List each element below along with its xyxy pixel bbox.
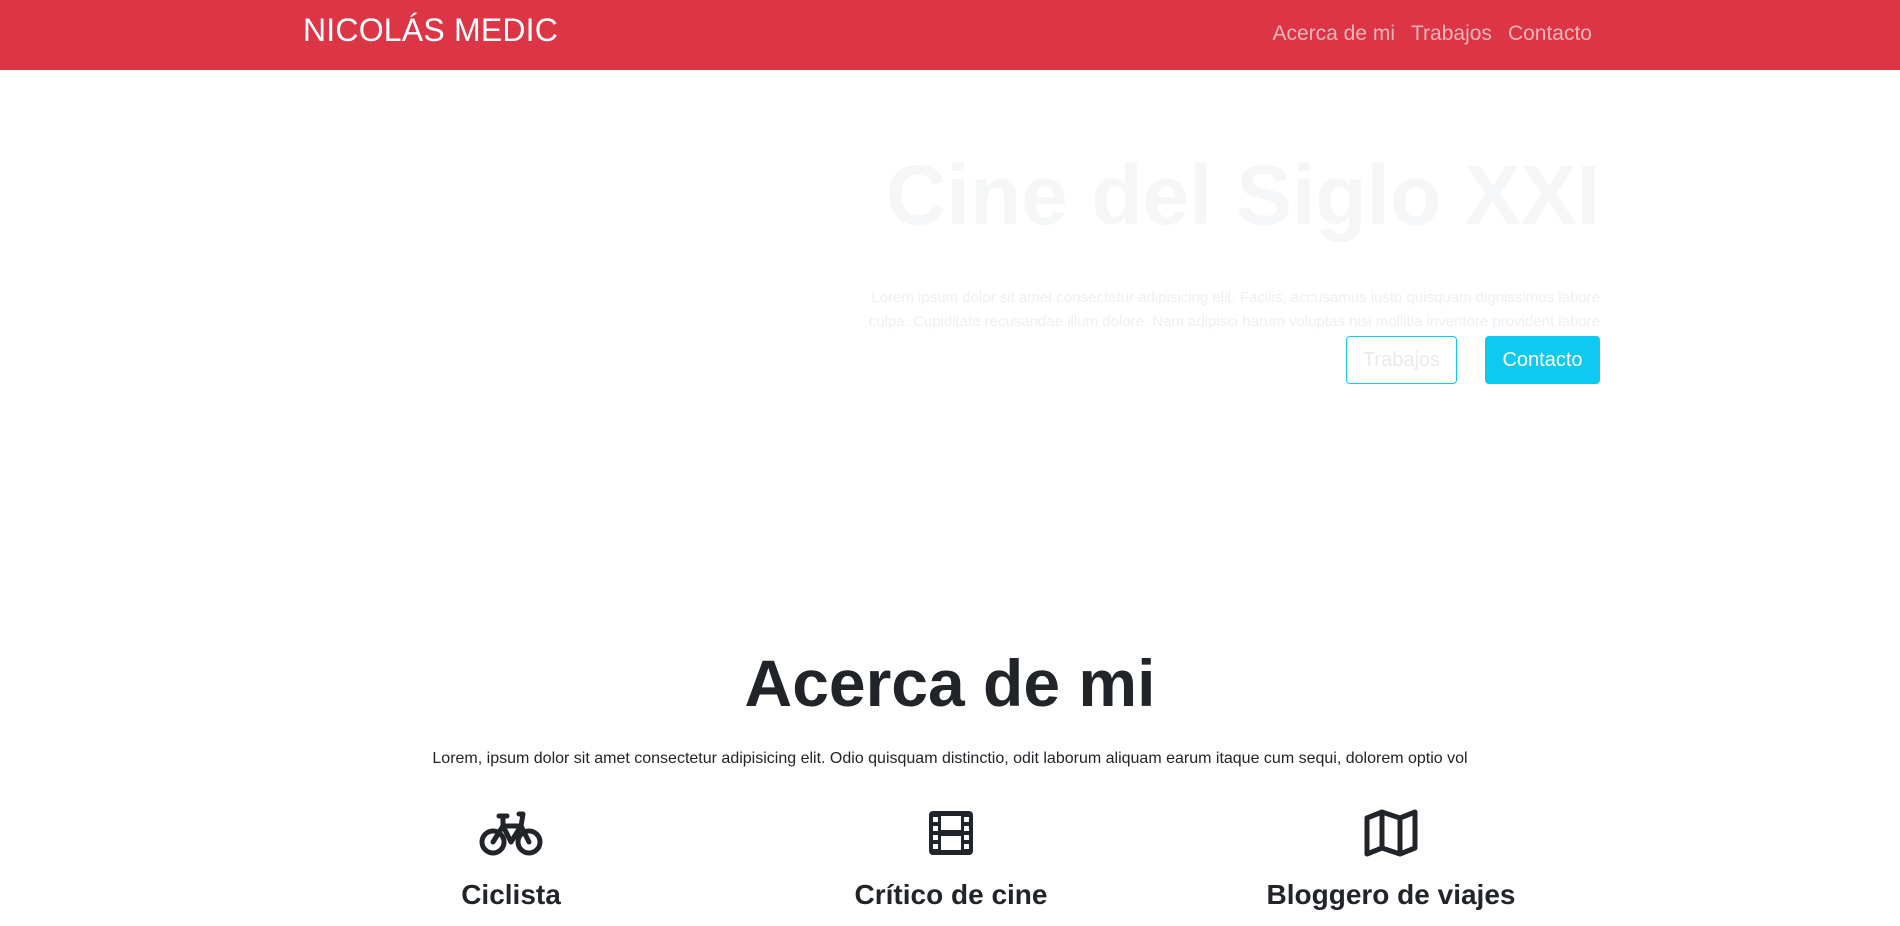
navbar: NICOLÁS MEDIC Acerca de mi Trabajos Cont…	[0, 0, 1900, 70]
nav-links: Acerca de mi Trabajos Contacto	[1272, 20, 1592, 48]
map-icon	[1364, 809, 1418, 857]
feature-bloggero: Bloggero de viajes	[1221, 808, 1561, 912]
trabajos-button[interactable]: Trabajos	[1346, 336, 1457, 384]
hero-title: Cine del Siglo XXI	[885, 148, 1600, 242]
nav-link-trabajos[interactable]: Trabajos	[1411, 20, 1492, 48]
about-text: Lorem, ipsum dolor sit amet consectetur …	[432, 750, 1468, 767]
feature-title: Crítico de cine	[854, 879, 1048, 910]
nav-link-acerca[interactable]: Acerca de mi	[1272, 20, 1395, 48]
feature-title: Bloggero de viajes	[1266, 879, 1516, 910]
feature-ciclista: Ciclista	[341, 808, 681, 912]
bicycle-icon	[479, 811, 543, 856]
nav-link-contacto[interactable]: Contacto	[1508, 20, 1592, 48]
feature-title: Ciclista	[461, 879, 561, 910]
feature-critico: Crítico de cine	[781, 808, 1121, 912]
brand-logo[interactable]: NICOLÁS MEDIC	[303, 10, 558, 50]
hero-section: Cine del Siglo XXI Lorem ipsum dolor sit…	[0, 70, 1900, 590]
film-icon	[929, 811, 973, 855]
contacto-button[interactable]: Contacto	[1485, 336, 1600, 384]
about-title: Acerca de mi	[744, 646, 1156, 720]
